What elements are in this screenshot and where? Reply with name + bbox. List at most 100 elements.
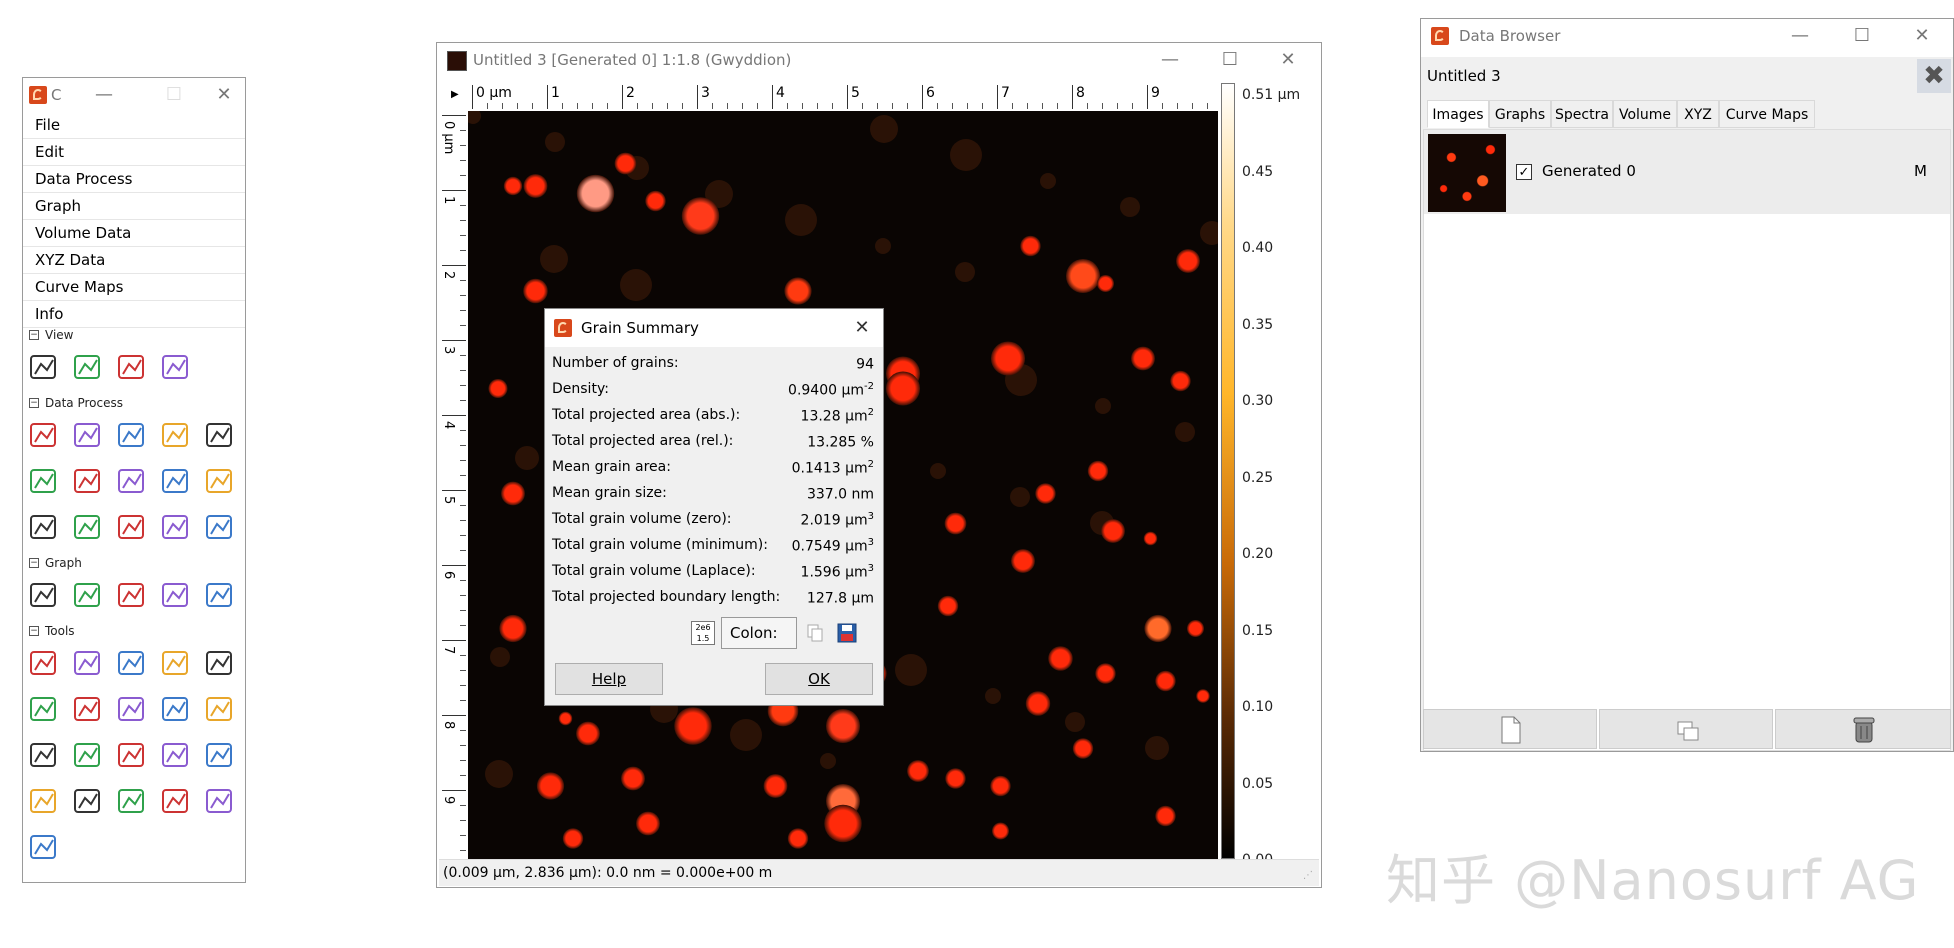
collapse-icon[interactable]: − xyxy=(29,398,39,408)
maximize-button[interactable]: ☐ xyxy=(1849,23,1875,49)
tab-spectra[interactable]: Spectra xyxy=(1551,100,1613,128)
close-button[interactable]: ✕ xyxy=(1909,23,1935,49)
crop-icon[interactable] xyxy=(71,418,105,452)
crosshair-icon[interactable] xyxy=(115,646,149,680)
close-file-button[interactable]: ✖ xyxy=(1917,59,1951,93)
section-view[interactable]: − View xyxy=(23,326,245,346)
duplicate-icon[interactable] xyxy=(159,418,193,452)
stat-value: 337.0 nm xyxy=(807,485,874,503)
save-icon[interactable] xyxy=(837,623,857,643)
gradient-icon[interactable] xyxy=(203,418,237,452)
stats-icon[interactable] xyxy=(71,692,105,726)
resize-grip-icon[interactable]: ⋰ xyxy=(1303,870,1313,881)
delete-channel-button[interactable] xyxy=(1775,709,1951,749)
spectro-icon[interactable] xyxy=(159,646,193,680)
grain-remove-icon[interactable] xyxy=(71,784,105,818)
pencil-icon[interactable] xyxy=(203,738,237,772)
level-icon[interactable] xyxy=(27,692,61,726)
tab-images[interactable]: Images xyxy=(1427,100,1489,128)
maximize-button[interactable]: ☐ xyxy=(1217,47,1243,73)
close-button[interactable]: ✕ xyxy=(211,82,237,108)
menu-info[interactable]: Info xyxy=(23,301,245,328)
menu-data-process[interactable]: Data Process xyxy=(23,166,245,193)
sphere-icon[interactable] xyxy=(115,510,149,544)
mask-editor-icon[interactable] xyxy=(27,784,61,818)
grain xyxy=(824,804,862,843)
roughness-icon[interactable] xyxy=(203,692,237,726)
graph-cut-icon[interactable] xyxy=(159,578,193,612)
tab-xyz[interactable]: XYZ xyxy=(1677,100,1719,128)
close-button[interactable]: ✕ xyxy=(849,315,875,341)
stat-number: 13.285 % xyxy=(807,434,874,451)
help-button[interactable]: Help xyxy=(555,663,663,695)
3d-view-icon[interactable] xyxy=(159,350,193,384)
rows-icon[interactable] xyxy=(71,464,105,498)
ok-button[interactable]: OK xyxy=(765,663,873,695)
separator-selector[interactable]: Colon: xyxy=(721,617,797,649)
ruler-major-tick xyxy=(922,85,923,109)
align-rows-icon[interactable] xyxy=(115,464,149,498)
graph-fit-icon[interactable] xyxy=(27,578,61,612)
list-item[interactable]: ✓ Generated 0 M xyxy=(1424,130,1950,214)
selection-icon[interactable] xyxy=(159,692,193,726)
remove-grains-icon[interactable] xyxy=(27,510,61,544)
menu-file[interactable]: File xyxy=(23,112,245,139)
toolbox-titlebar[interactable]: C — ☐ ✕ xyxy=(23,78,245,112)
minimize-button[interactable]: — xyxy=(91,82,117,108)
scale-icon[interactable] xyxy=(115,418,149,452)
grains-icon[interactable] xyxy=(159,464,193,498)
ruler-minor-tick xyxy=(907,103,908,109)
leveling-tool-icon[interactable] xyxy=(27,738,61,772)
close-button[interactable]: ✕ xyxy=(1275,47,1301,73)
tab-graphs[interactable]: Graphs xyxy=(1489,100,1551,128)
profile-icon[interactable] xyxy=(203,646,237,680)
copy-icon[interactable] xyxy=(805,623,825,643)
fix-zero-icon[interactable] xyxy=(27,418,61,452)
visibility-checkbox[interactable]: ✓ xyxy=(1516,164,1532,180)
tab-curve-maps[interactable]: Curve Maps xyxy=(1719,100,1815,128)
menu-xyz-data[interactable]: XYZ Data xyxy=(23,247,245,274)
edge-detect-icon[interactable] xyxy=(27,464,61,498)
path-level-icon[interactable] xyxy=(27,830,61,864)
section-data-process[interactable]: − Data Process xyxy=(23,394,245,414)
grain-distribution-icon[interactable] xyxy=(71,510,105,544)
ruler-icon[interactable] xyxy=(71,646,105,680)
collapse-icon[interactable]: − xyxy=(29,626,39,636)
graph-peak-icon[interactable] xyxy=(71,578,105,612)
collapse-icon[interactable]: − xyxy=(29,330,39,340)
duplicate-channel-button[interactable] xyxy=(1599,709,1773,749)
mask-icon[interactable] xyxy=(203,510,237,544)
menu-graph[interactable]: Graph xyxy=(23,193,245,220)
menu-curve-maps[interactable]: Curve Maps xyxy=(23,274,245,301)
maximize-button[interactable]: ☐ xyxy=(161,82,187,108)
data-browser-titlebar[interactable]: Data Browser — ☐ ✕ xyxy=(1421,19,1953,57)
image-window-titlebar[interactable]: Untitled 3 [Generated 0] 1:1.8 (Gwyddion… xyxy=(437,43,1321,77)
collapse-icon[interactable]: − xyxy=(29,558,39,568)
menu-volume-data[interactable]: Volume Data xyxy=(23,220,245,247)
section-graph[interactable]: − Graph xyxy=(23,554,245,574)
section-tools[interactable]: − Tools xyxy=(23,622,245,642)
menu-edit[interactable]: Edit xyxy=(23,139,245,166)
grain-summary-titlebar[interactable]: Grain Summary ✕ xyxy=(545,309,883,347)
scale-tool-icon[interactable] xyxy=(159,784,193,818)
pointer-icon[interactable] xyxy=(27,646,61,680)
line-correct-icon[interactable] xyxy=(159,738,193,772)
ruler-corner-arrow[interactable]: ▶ xyxy=(451,89,459,100)
number-format-icon[interactable]: 2e6 1.5 xyxy=(691,621,715,645)
minimize-button[interactable]: — xyxy=(1157,47,1183,73)
minimize-button[interactable]: — xyxy=(1787,23,1813,49)
watershed-icon[interactable] xyxy=(203,464,237,498)
filter-icon[interactable] xyxy=(115,738,149,772)
graph-export-icon[interactable] xyxy=(203,578,237,612)
curve-icon[interactable] xyxy=(115,692,149,726)
shade-icon[interactable] xyxy=(159,510,193,544)
triangle-icon[interactable] xyxy=(71,738,105,772)
zoom-out-icon[interactable] xyxy=(115,350,149,384)
mark-icon[interactable] xyxy=(115,784,149,818)
graph-measure-icon[interactable] xyxy=(115,578,149,612)
zoom-in-icon[interactable] xyxy=(27,350,61,384)
tab-volume[interactable]: Volume xyxy=(1613,100,1677,128)
zoom-1-1-icon[interactable] xyxy=(71,350,105,384)
new-channel-button[interactable] xyxy=(1423,709,1597,749)
export-tool-icon[interactable] xyxy=(203,784,237,818)
